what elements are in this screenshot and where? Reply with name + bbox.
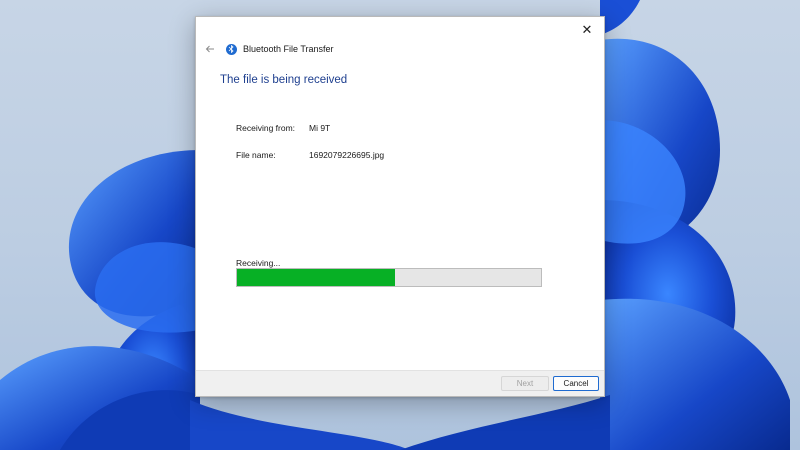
bluetooth-icon xyxy=(226,43,237,55)
close-icon: ✕ xyxy=(581,22,593,38)
receiving-from-value: Mi 9T xyxy=(309,123,331,133)
file-name-value: 1692079226695.jpg xyxy=(309,150,385,160)
navigation-row: Bluetooth File Transfer xyxy=(200,39,334,59)
close-button[interactable]: ✕ xyxy=(573,19,601,41)
dialog-footer: Next Cancel xyxy=(196,370,604,396)
back-arrow-icon xyxy=(205,45,214,53)
progress-fill xyxy=(237,269,396,286)
cancel-button[interactable]: Cancel xyxy=(553,376,599,391)
status-text: Receiving... xyxy=(236,258,281,268)
window-title: Bluetooth File Transfer xyxy=(243,44,334,54)
page-heading: The file is being received xyxy=(220,74,348,86)
back-button[interactable] xyxy=(202,41,218,57)
bluetooth-file-transfer-dialog: ✕ Bluetooth File Transfer The file is be… xyxy=(195,16,605,397)
file-name-label: File name: xyxy=(236,150,276,160)
receiving-from-label: Receiving from: xyxy=(236,123,296,133)
progress-bar xyxy=(236,268,542,287)
next-button[interactable]: Next xyxy=(501,376,549,391)
